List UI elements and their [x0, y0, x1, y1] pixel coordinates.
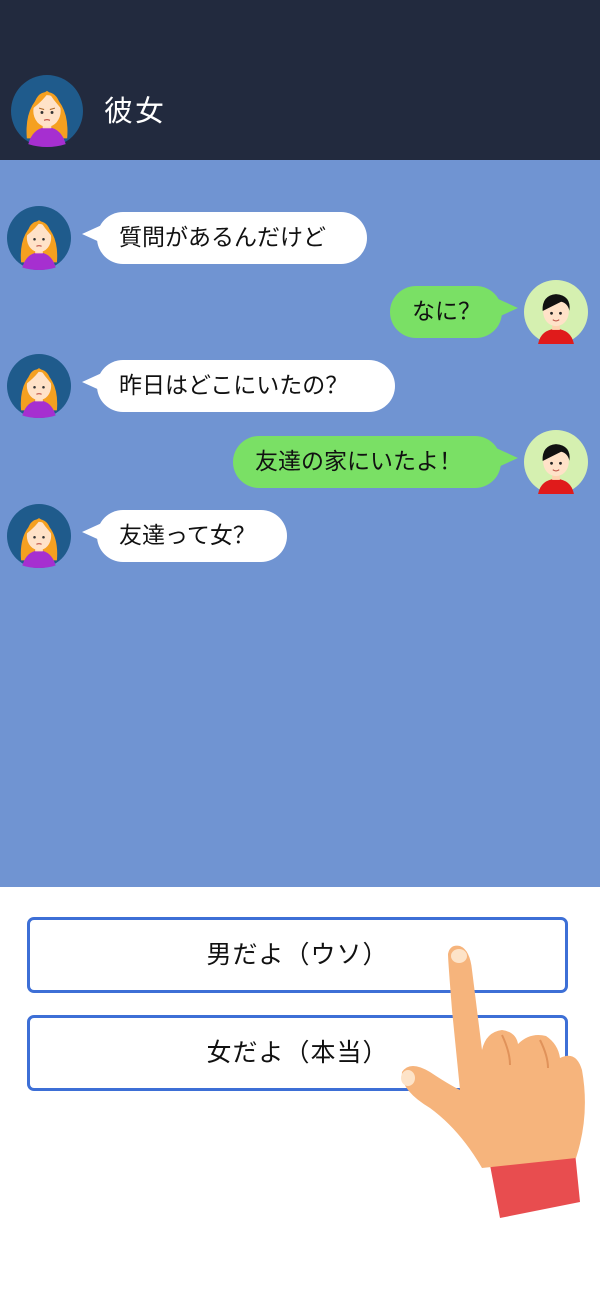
chat-header: 彼女 [0, 0, 600, 160]
girl-avatar-icon [7, 206, 71, 270]
message-bubble: 友達の家にいたよ！ [233, 436, 501, 488]
boy-avatar-icon [524, 430, 588, 494]
message-bubble: 質問があるんだけど [97, 212, 367, 264]
contact-name: 彼女 [104, 94, 167, 128]
girl-avatar-icon [11, 75, 83, 147]
message-incoming: 昨日はどこにいたの？ [0, 354, 600, 418]
bubble-tail [496, 448, 518, 468]
message-outgoing: 友達の家にいたよ！ [0, 430, 600, 494]
pointing-hand-icon [390, 940, 600, 1230]
message-outgoing: なに？ [0, 280, 600, 344]
girl-avatar-icon [7, 504, 71, 568]
message-incoming: 友達って女？ [0, 504, 600, 568]
message-bubble: 昨日はどこにいたの？ [97, 360, 395, 412]
chat-area: 質問があるんだけど なに？ 昨日はどこにいたの？ 友達の家にいたよ！ 友達って女… [0, 160, 600, 887]
message-bubble: なに？ [390, 286, 502, 338]
message-incoming: 質問があるんだけど [0, 206, 600, 270]
boy-avatar-icon [524, 280, 588, 344]
message-bubble: 友達って女？ [97, 510, 287, 562]
bubble-tail [496, 298, 518, 318]
girl-avatar-icon [7, 354, 71, 418]
